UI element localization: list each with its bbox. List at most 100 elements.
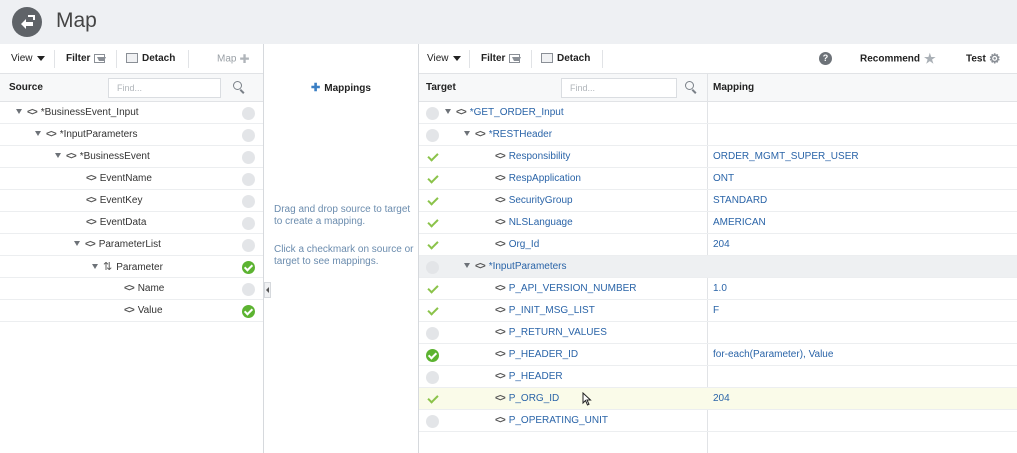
element-icon: <> (495, 195, 506, 206)
mapping-value[interactable]: 1.0 (713, 278, 727, 300)
mappings-panel: ✚ Mappings Drag and drop source to target… (264, 44, 419, 453)
tree-row[interactable]: <> *InputParameters (0, 124, 263, 146)
status-icon[interactable] (426, 415, 439, 428)
search-icon[interactable] (232, 80, 246, 94)
element-icon: <> (124, 283, 135, 294)
check-icon[interactable] (426, 173, 439, 186)
detach-button[interactable]: Detach (541, 44, 590, 74)
status-icon[interactable] (242, 151, 255, 164)
map-icon (12, 7, 42, 37)
tree-row[interactable]: <> *BusinessEvent (0, 146, 263, 168)
view-menu[interactable]: View (427, 44, 461, 74)
view-menu[interactable]: View (11, 44, 45, 74)
tree-row[interactable]: <> Name (0, 278, 263, 300)
tree-row[interactable]: <> ParameterList (0, 234, 263, 256)
tree-row[interactable]: <> RespApplication ONT (419, 168, 1017, 190)
mapping-value[interactable]: 204 (713, 234, 730, 256)
mapping-value[interactable]: AMERICAN (713, 212, 766, 234)
help-button[interactable]: ? (819, 44, 832, 74)
element-icon: <> (85, 239, 96, 250)
element-icon: <> (46, 129, 57, 140)
element-icon: <> (495, 349, 506, 360)
status-icon[interactable] (426, 371, 439, 384)
mapping-value[interactable]: F (713, 300, 719, 322)
check-icon[interactable] (426, 195, 439, 208)
status-icon[interactable] (242, 173, 255, 186)
expand-icon[interactable] (55, 152, 61, 158)
mapped-check-icon[interactable] (426, 349, 439, 362)
tree-row[interactable]: <> Responsibility ORDER_MGMT_SUPER_USER (419, 146, 1017, 168)
test-button[interactable]: Test ⚙ (966, 44, 1000, 74)
repeating-element-icon: ⇅ (103, 261, 113, 273)
check-icon[interactable] (426, 239, 439, 252)
status-icon[interactable] (426, 107, 439, 120)
search-icon[interactable] (684, 80, 698, 94)
tree-row[interactable]: <> *InputParameters (419, 256, 1017, 278)
check-icon[interactable] (426, 305, 439, 318)
check-icon[interactable] (426, 217, 439, 230)
tree-row[interactable]: <> *RESTHeader (419, 124, 1017, 146)
check-icon[interactable] (426, 151, 439, 164)
mapping-value[interactable]: for-each(Parameter), Value (713, 344, 833, 366)
tree-row[interactable]: <> P_ORG_ID 204 (419, 388, 1017, 410)
tree-row[interactable]: <> EventKey (0, 190, 263, 212)
filter-button[interactable]: Filter (66, 44, 107, 74)
expand-icon[interactable] (35, 130, 41, 136)
tree-row[interactable]: <> P_RETURN_VALUES (419, 322, 1017, 344)
tree-row[interactable]: <> P_OPERATING_UNIT (419, 410, 1017, 432)
tree-row[interactable]: <> P_HEADER (419, 366, 1017, 388)
mapping-value[interactable]: 204 (713, 388, 730, 410)
tree-row[interactable]: <> Value (0, 300, 263, 322)
check-icon[interactable] (426, 283, 439, 296)
detach-button[interactable]: Detach (126, 44, 175, 74)
element-icon: <> (495, 371, 506, 382)
status-icon[interactable] (242, 195, 255, 208)
status-icon[interactable] (426, 129, 439, 142)
tree-row[interactable]: <> Org_Id 204 (419, 234, 1017, 256)
status-icon[interactable] (426, 327, 439, 340)
tree-row[interactable]: <> NLSLanguage AMERICAN (419, 212, 1017, 234)
collapse-handle[interactable] (264, 282, 271, 298)
chevron-down-icon (452, 55, 461, 61)
element-icon: <> (86, 217, 97, 228)
check-icon[interactable] (426, 393, 439, 406)
tree-row[interactable]: <> EventName (0, 168, 263, 190)
expand-icon[interactable] (464, 130, 470, 136)
expand-icon[interactable] (16, 108, 22, 114)
map-button[interactable]: Map ✚ (217, 44, 250, 74)
chevron-down-icon (36, 55, 45, 61)
tree-row[interactable]: <> *BusinessEvent_Input (0, 102, 263, 124)
target-find-input[interactable]: Find... (561, 78, 677, 98)
mapped-check-icon[interactable] (242, 305, 255, 318)
tree-row[interactable]: <> P_HEADER_ID for-each(Parameter), Value (419, 344, 1017, 366)
status-icon[interactable] (242, 239, 255, 252)
expand-icon[interactable] (445, 108, 451, 114)
tree-row[interactable]: <> *GET_ORDER_Input (419, 102, 1017, 124)
mappings-icon: ✚ (311, 82, 321, 94)
recommend-button[interactable]: Recommend ★ (860, 44, 936, 74)
target-toolbar: View Filter Detach ? Recommend ★ Test ⚙ (419, 44, 1017, 74)
mapped-check-icon[interactable] (242, 261, 255, 274)
tree-row[interactable]: <> P_INIT_MSG_LIST F (419, 300, 1017, 322)
filter-icon (94, 53, 107, 63)
tree-row[interactable]: <> SecurityGroup STANDARD (419, 190, 1017, 212)
tree-row[interactable]: ⇅ Parameter (0, 256, 263, 278)
expand-icon[interactable] (74, 240, 80, 246)
source-tree: <> *BusinessEvent_Input <> *InputParameter… (0, 102, 263, 322)
status-icon[interactable] (426, 261, 439, 274)
expand-icon[interactable] (92, 263, 98, 269)
expand-icon[interactable] (464, 262, 470, 268)
filter-button[interactable]: Filter (481, 44, 522, 74)
mapping-value[interactable]: ONT (713, 168, 734, 190)
mapping-value[interactable]: ORDER_MGMT_SUPER_USER (713, 146, 859, 168)
status-icon[interactable] (242, 107, 255, 120)
source-panel: View Filter Detach Map ✚ Source Find... <… (0, 44, 264, 453)
tree-row[interactable]: <> EventData (0, 212, 263, 234)
status-icon[interactable] (242, 283, 255, 296)
tree-row[interactable]: <> P_API_VERSION_NUMBER 1.0 (419, 278, 1017, 300)
element-icon: <> (495, 393, 506, 404)
source-find-input[interactable]: Find... (108, 78, 221, 98)
status-icon[interactable] (242, 217, 255, 230)
status-icon[interactable] (242, 129, 255, 142)
mapping-value[interactable]: STANDARD (713, 190, 767, 212)
